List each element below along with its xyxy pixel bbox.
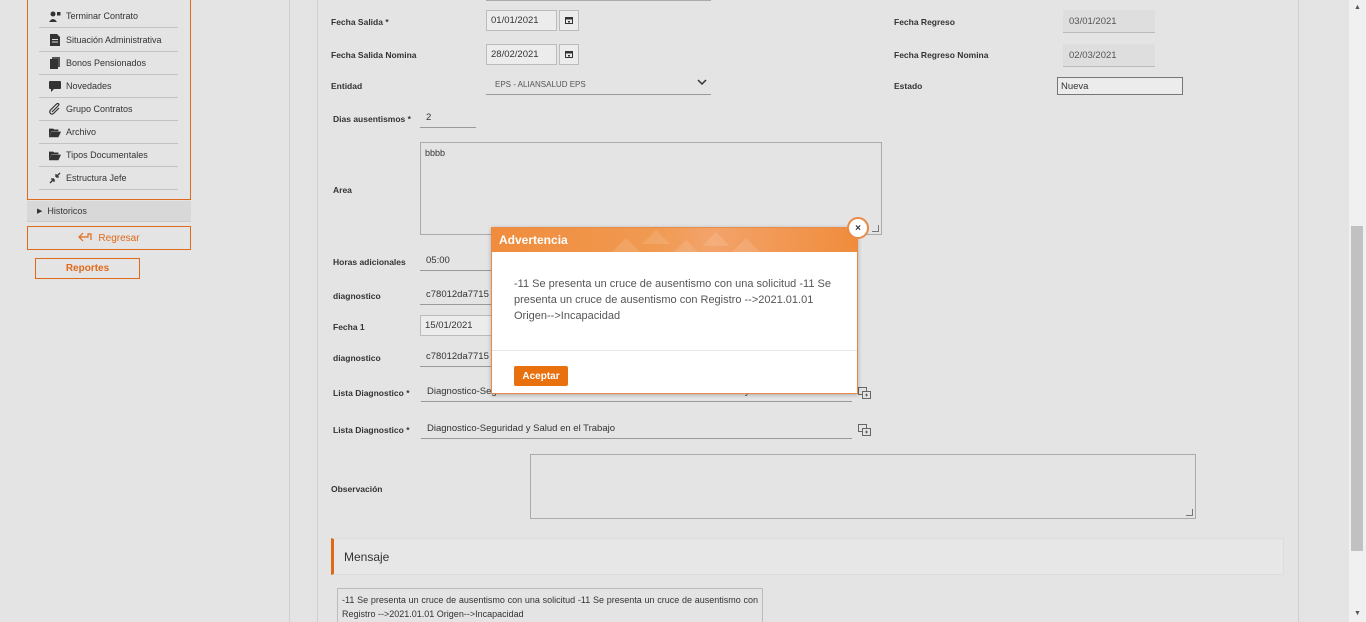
fecha-1-label: Fecha 1	[333, 322, 365, 332]
fecha-salida-nomina-label: Fecha Salida Nomina	[331, 50, 417, 60]
sidebar-item-label: Estructura Jefe	[66, 173, 127, 183]
sidebar-item-estructura-jefe[interactable]: Estructura Jefe	[39, 167, 178, 190]
header-pattern	[642, 230, 670, 244]
diagnostico-input[interactable]: c78012da7715	[420, 346, 492, 367]
mensaje-title: Mensaje	[344, 549, 390, 564]
header-pattern	[702, 232, 730, 246]
horas-adicionales-label: Horas adicionales	[333, 257, 406, 267]
compress-icon	[49, 172, 61, 184]
fecha-salida-nomina-input[interactable]: 28/02/2021	[486, 44, 557, 65]
folder-open-icon	[49, 126, 61, 138]
dias-ausentismos-label: Dias ausentismos *	[333, 114, 411, 124]
folder-open-icon	[49, 149, 61, 161]
sidebar-item-terminar-contrato[interactable]: Terminar Contrato	[39, 5, 178, 28]
regresar-label: Regresar	[98, 232, 140, 244]
diagnostico-label: diagnostico	[333, 291, 381, 301]
paperclip-icon	[49, 103, 61, 115]
sidebar-item-label: Terminar Contrato	[66, 11, 139, 21]
scroll-down-icon[interactable]: ▼	[1349, 606, 1366, 620]
fecha-regreso-label: Fecha Regreso	[894, 17, 955, 27]
copy-icon[interactable]	[858, 387, 871, 399]
sidebar-item-label: Situación Administrativa	[66, 35, 162, 45]
caret-right-icon: ▶	[37, 208, 43, 215]
aceptar-button[interactable]: Aceptar	[514, 366, 568, 386]
fecha-regreso-input: 03/01/2021	[1063, 10, 1155, 33]
lista-diagnostico-input[interactable]: Diagnostico-Seguridad y Salud en el Trab…	[421, 418, 852, 439]
advertencia-dialog: Advertencia -11 Se presenta un cruce de …	[491, 227, 858, 394]
resize-grip-icon[interactable]	[872, 225, 879, 232]
sidebar-item-grupo-contratos[interactable]: Grupo Contratos	[39, 98, 178, 121]
estado-label: Estado	[894, 81, 923, 91]
sidebar-item-label: Novedades	[66, 81, 112, 91]
dialog-divider	[492, 350, 857, 351]
back-arrow-icon	[78, 232, 93, 245]
lista-diagnostico-label: Lista Diagnostico *	[333, 388, 410, 398]
mensaje-header: Mensaje	[331, 538, 1284, 575]
sidebar-item-label: Archivo	[66, 127, 97, 137]
calendar-icon	[565, 16, 573, 26]
regresar-button[interactable]: Regresar	[27, 226, 191, 250]
copy-icon[interactable]	[858, 424, 871, 436]
dialog-message: -11 Se presenta un cruce de ausentismo c…	[514, 278, 831, 322]
scroll-up-icon[interactable]: ▲	[1349, 0, 1366, 14]
comment-icon	[49, 80, 61, 92]
sidebar-item-novedades[interactable]: Novedades	[39, 75, 178, 98]
diagnostico-label: diagnostico	[333, 353, 381, 363]
fecha-salida-calendar-button[interactable]	[559, 10, 579, 31]
sidebar-item-historicos[interactable]: ▶ Historicos	[27, 201, 191, 222]
horas-adicionales-input[interactable]: 05:00	[420, 250, 492, 271]
dialog-header: Advertencia	[492, 228, 857, 252]
estado-input: Nueva	[1057, 77, 1183, 95]
entidad-select[interactable]: EPS - ALIANSALUD EPS	[486, 75, 711, 95]
header-pattern	[612, 238, 640, 252]
chevron-down-icon	[697, 78, 707, 89]
entidad-label: Entidad	[331, 81, 363, 91]
layout-divider	[289, 0, 290, 622]
observacion-textarea[interactable]	[530, 454, 1196, 519]
person-remove-icon	[49, 10, 61, 22]
reportes-button[interactable]: Reportes	[35, 258, 140, 279]
lista-diagnostico-label: Lista Diagnostico *	[333, 425, 410, 435]
sidebar-item-tipos-documentales[interactable]: Tipos Documentales	[39, 144, 178, 167]
sidebar-item-archivo[interactable]: Archivo	[39, 121, 178, 144]
document-icon	[49, 34, 61, 46]
fecha-regreso-nomina-label: Fecha Regreso Nomina	[894, 50, 989, 60]
area-textarea[interactable]: bbbb	[420, 142, 882, 235]
area-label: Area	[333, 185, 352, 195]
fecha-salida-input[interactable]: 01/01/2021	[486, 10, 557, 31]
sidebar-menu: Terminar Contrato Situación Administrati…	[27, 0, 191, 200]
sidebar-item-label: Tipos Documentales	[66, 150, 148, 160]
fecha-1-input[interactable]: 15/01/2021	[420, 315, 492, 336]
close-icon[interactable]: ×	[847, 217, 869, 239]
sidebar-item-bonos-pensionados[interactable]: Bonos Pensionados	[39, 52, 178, 75]
resize-grip-icon[interactable]	[1186, 509, 1193, 516]
sidebar-item-label: Grupo Contratos	[66, 104, 133, 114]
historicos-label: Historicos	[47, 206, 87, 216]
top-field-underline	[486, 0, 711, 1]
dias-ausentismos-input[interactable]: 2	[420, 107, 476, 128]
observacion-label: Observación	[331, 484, 383, 494]
fecha-salida-nomina-calendar-button[interactable]	[559, 44, 579, 65]
sidebar-item-label: Bonos Pensionados	[66, 58, 147, 68]
header-pattern	[672, 240, 700, 252]
entidad-selected-value: EPS - ALIANSALUD EPS	[495, 80, 586, 89]
bonds-icon	[49, 57, 61, 69]
area-text: bbbb	[425, 148, 446, 158]
calendar-icon	[565, 50, 573, 60]
header-pattern	[732, 238, 760, 252]
fecha-salida-label: Fecha Salida *	[331, 17, 389, 27]
mensaje-text: -11 Se presenta un cruce de ausentismo c…	[337, 588, 763, 622]
fecha-regreso-nomina-input: 02/03/2021	[1063, 44, 1155, 67]
scrollbar-thumb[interactable]	[1351, 226, 1363, 551]
sidebar-item-situacion-administrativa[interactable]: Situación Administrativa	[39, 29, 178, 52]
dialog-title: Advertencia	[499, 233, 568, 247]
lista-diagnostico-value: Diagnostico-Seg	[427, 385, 497, 397]
diagnostico-input[interactable]: c78012da7715	[420, 284, 492, 305]
